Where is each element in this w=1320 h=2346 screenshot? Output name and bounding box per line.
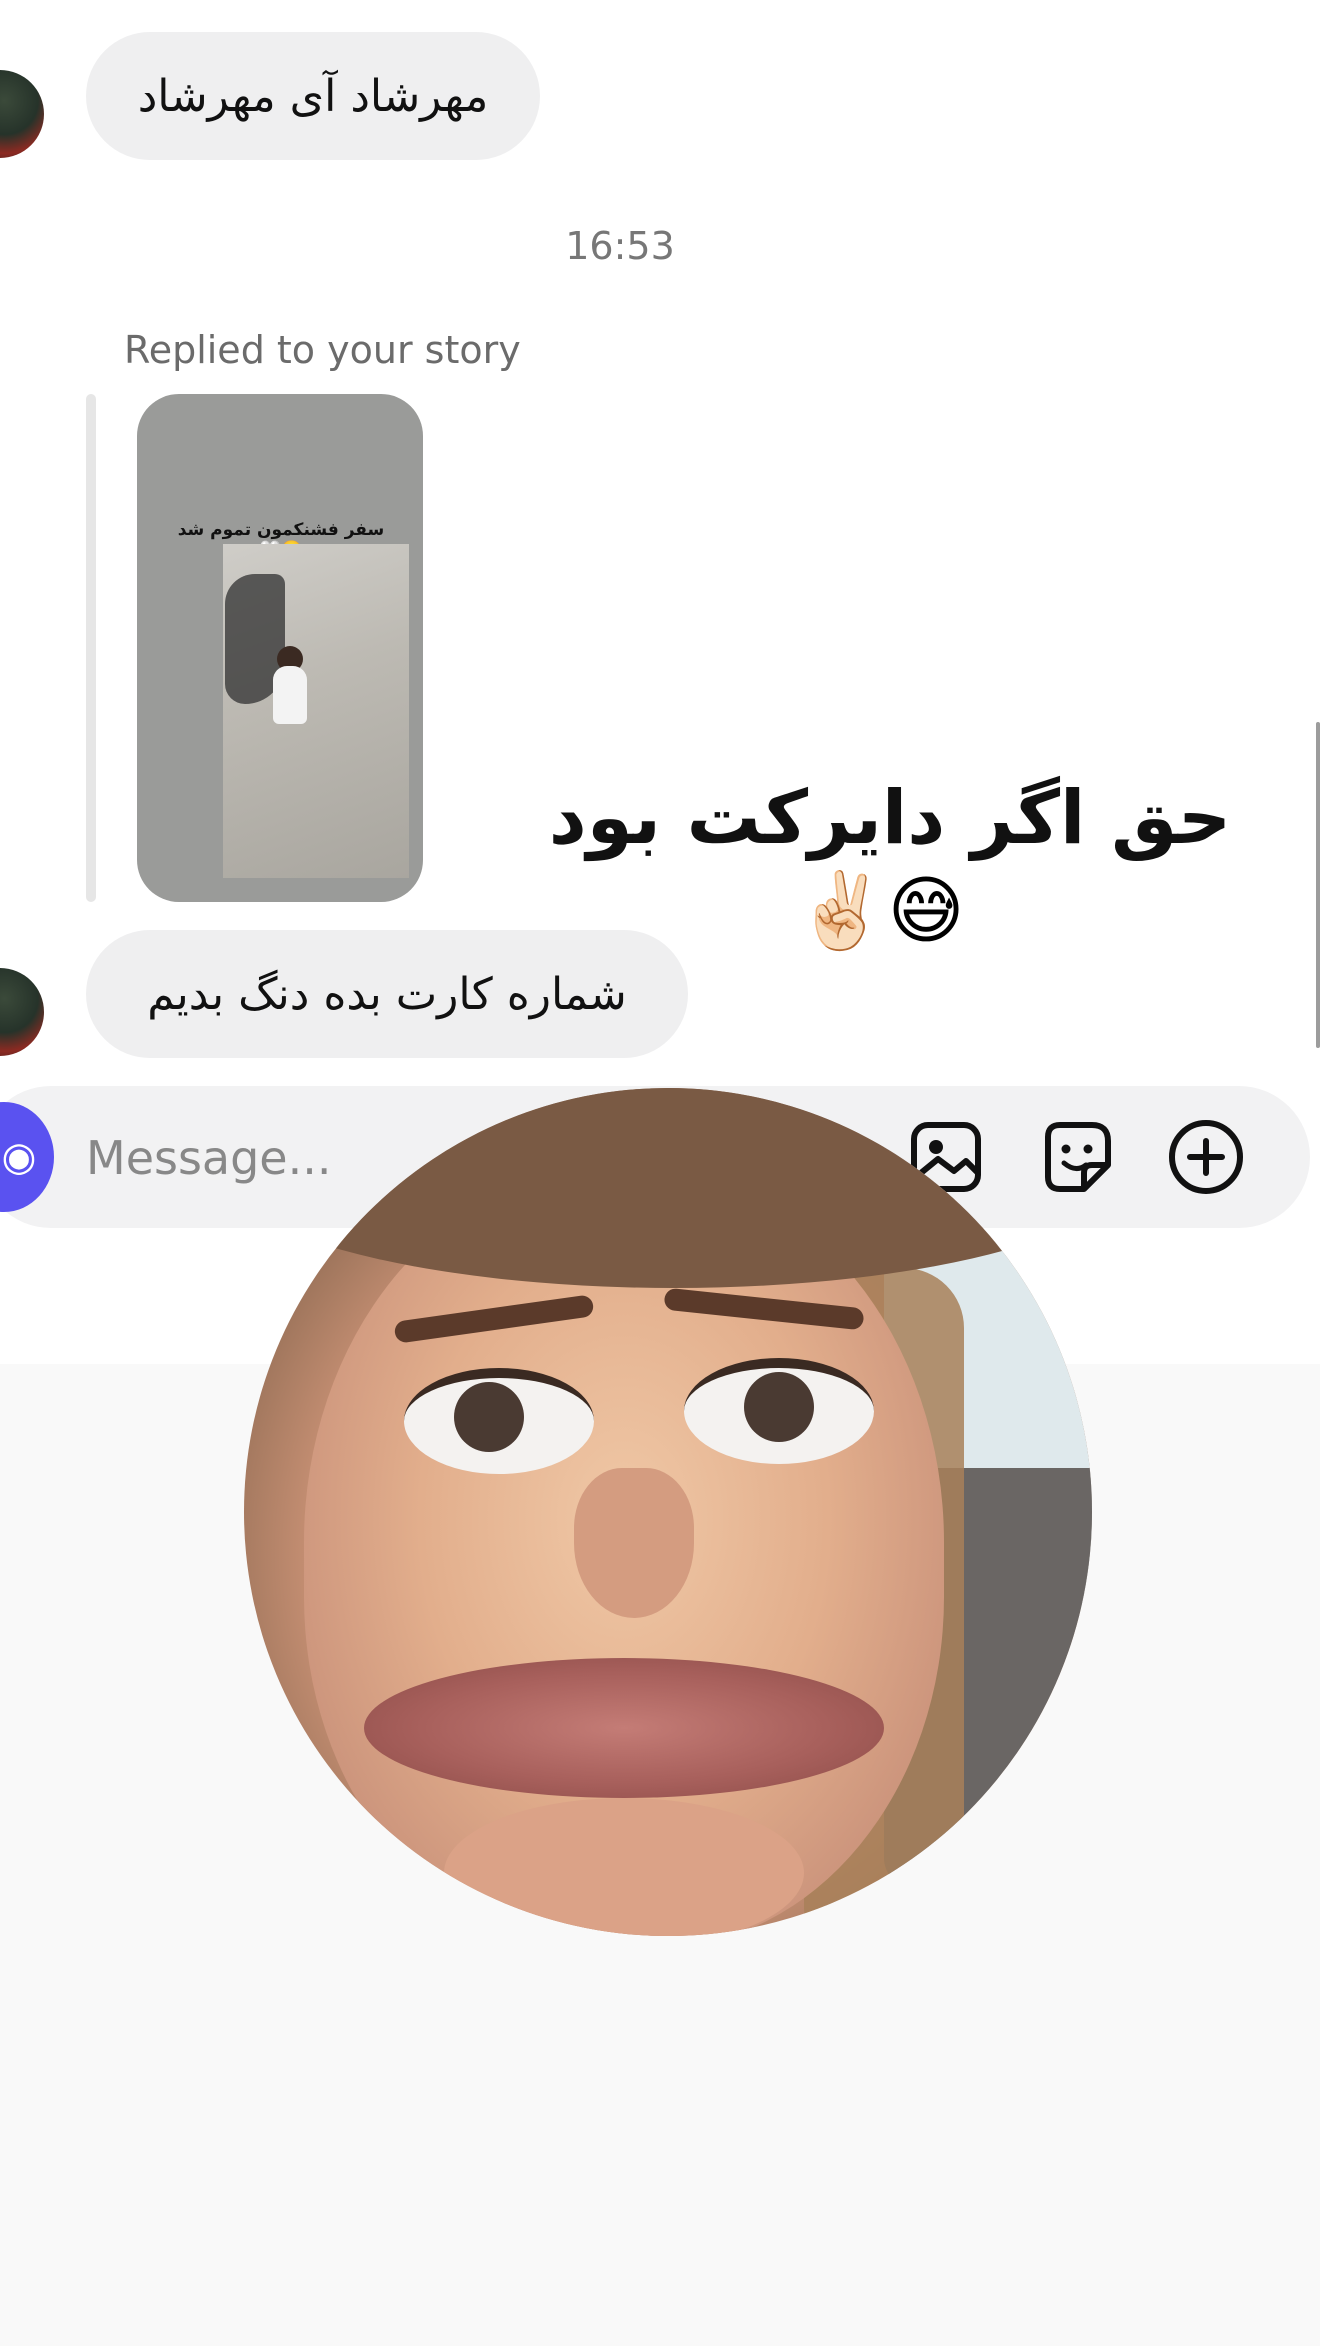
- story-person: [273, 666, 307, 724]
- message-bubble[interactable]: مهرشاد آی مهرشاد: [86, 32, 540, 160]
- left-eyebrow: [393, 1294, 595, 1344]
- message-text: شماره کارت بده دنگ بدیم: [147, 968, 627, 1020]
- nose: [574, 1468, 694, 1618]
- right-eye: [684, 1358, 874, 1464]
- camera-icon: ◉: [1, 1134, 37, 1180]
- message-timestamp: 16:53: [565, 224, 675, 268]
- scrollbar[interactable]: [1316, 722, 1320, 1048]
- replied-to-story-label: Replied to your story: [124, 328, 521, 372]
- story-thumbnail[interactable]: سفر فشنکمون تموم شد🥹🤍: [137, 394, 423, 902]
- left-eye: [404, 1368, 594, 1474]
- right-eyebrow: [663, 1287, 865, 1331]
- hair-top: [244, 1088, 1092, 1288]
- reply-indicator-bar: [86, 394, 96, 902]
- plus-circle-icon[interactable]: [1164, 1115, 1248, 1199]
- sender-avatar[interactable]: [0, 70, 44, 158]
- message-text: مهرشاد آی مهرشاد: [137, 70, 489, 122]
- sender-avatar[interactable]: [0, 968, 44, 1056]
- video-note-bubble[interactable]: [244, 1088, 1092, 1936]
- mouth: [364, 1658, 884, 1798]
- reply-sticker-text: حق اگر دایرکت بود: [548, 775, 1232, 861]
- message-bubble[interactable]: شماره کارت بده دنگ بدیم: [86, 930, 688, 1058]
- chin: [444, 1798, 804, 1936]
- reply-sticker-emoji: ✌🏻😅: [795, 868, 965, 954]
